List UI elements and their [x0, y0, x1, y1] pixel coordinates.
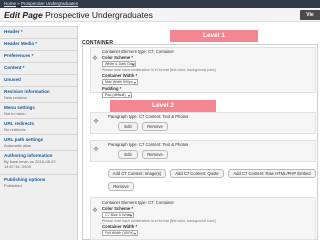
sidebar-item-publishing[interactable]: Publishing options Published [0, 174, 77, 188]
page-title: Edit Page Prospective Undergraduates [4, 9, 153, 21]
sidebar-item-summary: New revision [4, 95, 27, 100]
breadcrumb: Home » Prospective Undergraduates [0, 0, 320, 8]
sidebar-item-label: Header * [4, 29, 23, 34]
paragraph-remove-button[interactable]: Remove [142, 150, 168, 159]
sidebar-item-unused[interactable]: Unused [0, 74, 77, 84]
paragraph-type-label: Paragraph type: C7 Content: Text & Photo… [108, 142, 189, 147]
sidebar-item-summary: By lowe.kevin on 2016-08-22 14:57:16 -04… [4, 159, 56, 169]
color-scheme-select[interactable]: White & Dark Grey [102, 61, 136, 67]
container-width-label: Container Width * [102, 224, 138, 229]
container-width-select[interactable]: Full Width (100%) [102, 230, 138, 236]
add-raw-html-button[interactable]: Add C7 Content: Raw HTML/PHP Embed [228, 169, 316, 178]
drag-handle-icon[interactable]: ✥ [93, 147, 99, 153]
breadcrumb-home-link[interactable]: Home [4, 1, 16, 6]
paragraph-type-label: Paragraph type: C7 Content: Text & Photo… [108, 114, 189, 119]
sidebar-item-preferences[interactable]: Preferences * [0, 50, 77, 60]
breadcrumb-current-link[interactable]: Prospective Undergraduates [21, 1, 78, 6]
remove-container-button[interactable]: Remove [108, 182, 134, 191]
color-scheme-label: Color Scheme * [102, 55, 133, 60]
page-title-name: Prospective Undergraduates [45, 10, 153, 20]
add-image-button[interactable]: Add C7 Content: Image(s) [108, 169, 166, 178]
add-quote-button[interactable]: Add C7 Content: Quote [170, 169, 224, 178]
container-type-label: Container Element type: C7: Container [102, 200, 174, 205]
color-scheme-select[interactable]: C7 Blue & White [102, 212, 134, 218]
sidebar-item-summary: Not in menu [4, 111, 26, 116]
sidebar-item-summary: Automatic alias [4, 143, 32, 148]
view-button[interactable]: Vie [300, 10, 320, 20]
fieldset-title: CONTAINER [82, 40, 114, 46]
padding-label: Padding * [102, 86, 122, 91]
sidebar-item-label: Unused [4, 77, 21, 82]
level-1-annotation: Level 1 [170, 30, 258, 42]
drag-handle-icon[interactable]: ✥ [93, 119, 99, 125]
drag-handle-icon[interactable]: ✥ [92, 208, 98, 214]
color-scheme-help: Please note each combination is in forma… [102, 68, 217, 72]
page-header: Edit Page Prospective Undergraduates Vie [0, 8, 320, 22]
sidebar-item-header[interactable]: Header * [0, 26, 77, 36]
sidebar-item-summary: Published [4, 183, 22, 188]
sidebar-item-label: Preferences * [4, 53, 34, 58]
container-width-label: Container Width * [102, 73, 138, 78]
sidebar-item-header-media[interactable]: Header Media * [0, 38, 77, 48]
sidebar-item-url-redirects[interactable]: URL redirects No redirects [0, 118, 77, 132]
page-title-prefix: Edit Page [4, 10, 43, 20]
sidebar-item-menu-settings[interactable]: Menu settings Not in menu [0, 102, 77, 116]
sidebar-item-summary: No redirects [4, 127, 26, 132]
sidebar-item-label: Header Media * [4, 41, 37, 46]
paragraph-edit-button[interactable]: Edit [118, 122, 138, 131]
container-type-label: Container Element type: C7: Container [102, 49, 174, 54]
color-scheme-help: Please note each combination is in forma… [102, 219, 217, 223]
padding-select[interactable]: Pad (default) [102, 92, 132, 98]
level-2-annotation: Level 2 [110, 100, 216, 112]
sidebar-item-label: Content * [4, 65, 25, 70]
paragraph-remove-button[interactable]: Remove [142, 122, 168, 131]
drag-handle-icon[interactable]: ✥ [92, 56, 98, 62]
paragraph-edit-button[interactable]: Edit [118, 150, 138, 159]
color-scheme-label: Color Scheme * [102, 206, 133, 211]
sidebar-item-url-path[interactable]: URL path settings Automatic alias [0, 134, 77, 148]
sidebar-item-revision[interactable]: Revision information New revision [0, 86, 77, 100]
sidebar-item-authoring[interactable]: Authoring information By lowe.kevin on 2… [0, 150, 77, 172]
vertical-tabs-sidebar: Header * Header Media * Preferences * Co… [0, 26, 78, 240]
sidebar-item-content[interactable]: Content * [0, 62, 77, 72]
container-width-select[interactable]: Max Width 900px [102, 79, 138, 85]
